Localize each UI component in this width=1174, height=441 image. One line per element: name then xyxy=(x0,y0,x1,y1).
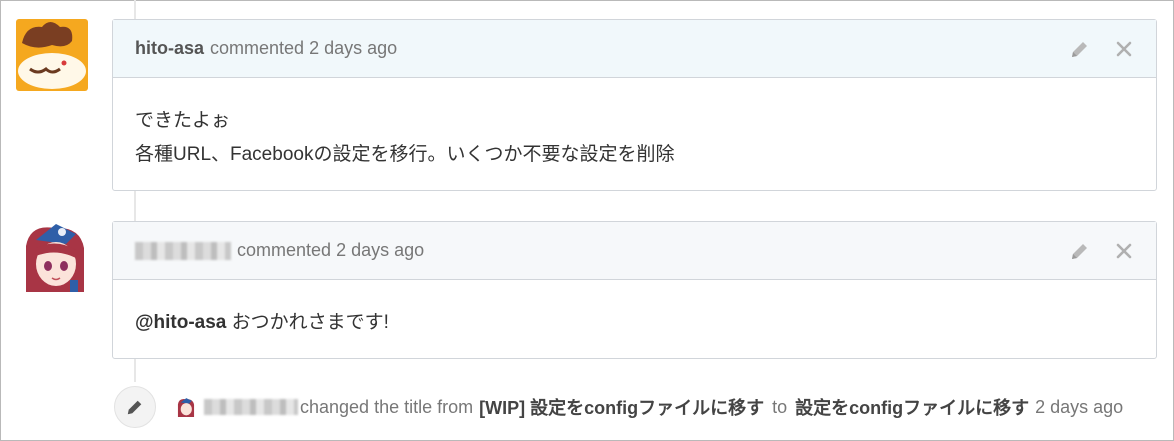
title-change-event: changed the title from [WIP] 設定をconfigファ… xyxy=(114,385,1154,429)
old-title: [WIP] 設定をconfigファイルに移す xyxy=(479,398,765,418)
comment-card: hito-asa commented 2 days ago できたよぉ 各種UR… xyxy=(112,19,1157,191)
comment-action: commented xyxy=(210,38,305,58)
event-badge xyxy=(114,386,156,428)
pencil-icon xyxy=(127,400,142,415)
close-icon[interactable] xyxy=(1114,241,1134,261)
comment-body: できたよぉ 各種URL、Facebookの設定を移行。いくつか不要な設定を削除 xyxy=(113,78,1156,172)
timeline-connector xyxy=(134,190,136,222)
avatar[interactable] xyxy=(176,397,196,417)
close-icon[interactable] xyxy=(1114,39,1134,59)
event-timestamp[interactable]: 2 days ago xyxy=(1035,397,1123,418)
comment-action: commented xyxy=(237,240,332,260)
pencil-icon[interactable] xyxy=(1070,39,1090,59)
comment-timestamp[interactable]: 2 days ago xyxy=(336,240,424,261)
comment-text: おつかれさまです! xyxy=(231,312,389,333)
event-author-redacted[interactable] xyxy=(204,399,298,415)
timeline-connector xyxy=(134,358,136,382)
pencil-icon[interactable] xyxy=(1070,241,1090,261)
comment-timestamp[interactable]: 2 days ago xyxy=(309,38,397,59)
new-title: 設定をconfigファイルに移す xyxy=(795,398,1030,418)
event-action: changed the title from xyxy=(300,396,474,417)
comment-author[interactable]: hito-asa xyxy=(135,38,204,59)
avatar-hito-asa[interactable] xyxy=(16,19,88,91)
comment-text-line: 各種URL、Facebookの設定を移行。いくつか不要な設定を削除 xyxy=(135,144,675,165)
timeline-connector xyxy=(134,0,136,20)
comment-author-redacted[interactable] xyxy=(135,241,231,260)
comment-card: commented 2 days ago @hito-asa おつかれさまです! xyxy=(112,221,1157,359)
comment-header: commented 2 days ago xyxy=(113,222,1156,280)
avatar-commenter[interactable] xyxy=(22,220,94,292)
event-connector: to xyxy=(772,396,788,417)
comment-body: @hito-asa おつかれさまです! xyxy=(113,280,1156,340)
comment-header: hito-asa commented 2 days ago xyxy=(113,20,1156,78)
user-mention[interactable]: @hito-asa xyxy=(135,312,226,333)
comment-text-line: できたよぉ xyxy=(135,110,231,131)
comment-text-line: @hito-asa おつかれさまです! xyxy=(135,306,1134,340)
